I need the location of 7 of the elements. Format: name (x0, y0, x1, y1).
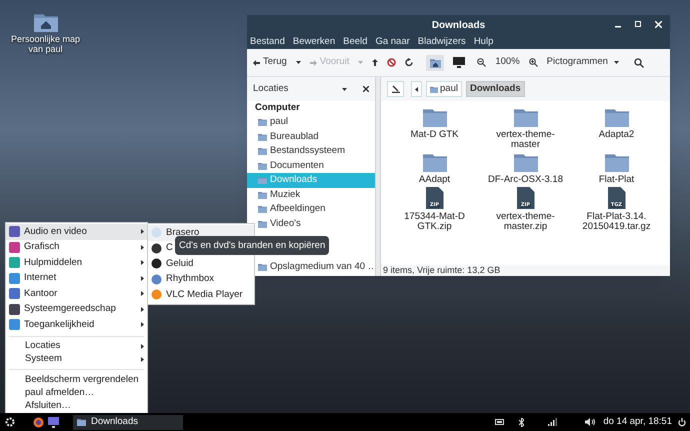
sidebar-title: Locaties (253, 82, 290, 96)
window-title: Downloads (432, 18, 486, 32)
clock: do 14 apr, 18:51 (603, 414, 672, 429)
status-text: 9 items, Vrije ruimte: 13,2 GB (383, 266, 500, 275)
zoom-level: 100% (495, 55, 520, 70)
section-heading: Computer (254, 101, 301, 115)
tooltip: Cd's en dvd's branden en kopiëren (175, 236, 330, 255)
